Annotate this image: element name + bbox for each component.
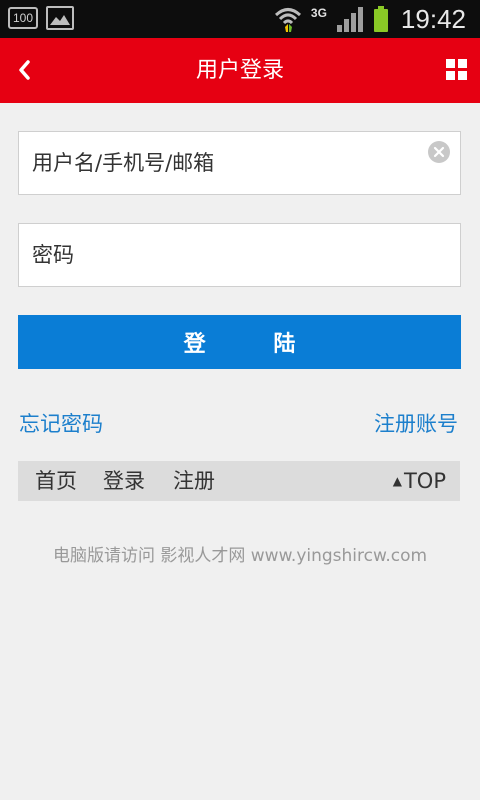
title-bar: 用户登录 bbox=[0, 38, 480, 103]
page-title: 用户登录 bbox=[195, 58, 284, 83]
forgot-password-link[interactable]: 忘记密码 bbox=[19, 408, 103, 438]
nav-item-login[interactable]: 登录 bbox=[103, 461, 145, 501]
grid-icon bbox=[446, 59, 467, 80]
system-icons: 3G 19:42 bbox=[273, 0, 466, 38]
status-bar: 100 3G 19:42 bbox=[0, 0, 480, 38]
password-input[interactable] bbox=[19, 224, 460, 286]
nav-item-register[interactable]: 注册 bbox=[173, 461, 215, 501]
menu-grid-button[interactable] bbox=[442, 55, 472, 85]
footer-nav: 首页 登录 注册 ▲ TOP bbox=[18, 461, 460, 501]
nav-item-home[interactable]: 首页 bbox=[35, 461, 77, 501]
signal-icon bbox=[336, 7, 363, 32]
password-field-container bbox=[18, 223, 461, 287]
triangle-up-icon: ▲ bbox=[392, 474, 402, 488]
login-button[interactable]: 登 陆 bbox=[18, 315, 461, 369]
username-field-container bbox=[18, 131, 461, 195]
network-type-label: 3G bbox=[310, 6, 327, 20]
gallery-icon bbox=[46, 6, 74, 30]
battery-icon bbox=[373, 6, 388, 32]
clock: 19:42 bbox=[400, 3, 466, 34]
wifi-icon bbox=[274, 8, 301, 32]
notification-icons: 100 bbox=[8, 6, 74, 30]
desktop-site-note: 电脑版请访问 影视人才网 www.yingshircw.com bbox=[52, 546, 428, 566]
username-input[interactable] bbox=[19, 132, 460, 194]
gallery-glyph bbox=[50, 15, 70, 25]
clear-input-button[interactable] bbox=[428, 141, 450, 163]
back-to-top-label: TOP bbox=[403, 469, 446, 493]
register-account-link[interactable]: 注册账号 bbox=[374, 408, 458, 438]
battery-notification-icon: 100 bbox=[8, 7, 38, 29]
close-icon bbox=[433, 146, 445, 158]
back-to-top-link[interactable]: ▲ TOP bbox=[393, 461, 446, 501]
